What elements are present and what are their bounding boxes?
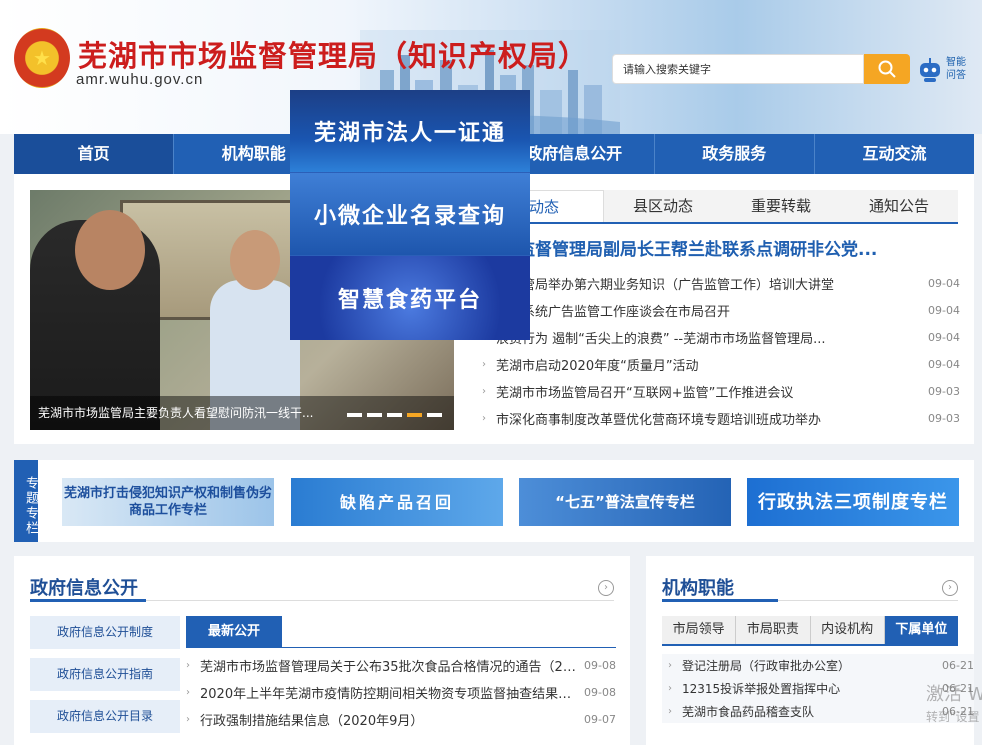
list-item-date: 09-04 — [928, 358, 960, 371]
tab-subordinate-units[interactable]: 下属单位 — [884, 616, 958, 644]
tab-county-news[interactable]: 县区动态 — [604, 190, 722, 222]
list-item-date: 09-03 — [928, 412, 960, 425]
bullet-icon: › — [186, 660, 190, 671]
bullet-icon: › — [668, 683, 672, 694]
list-item-title[interactable]: 12315投诉举报处置指挥中心 — [682, 680, 938, 697]
list-item-title[interactable]: 市深化商事制度改革暨优化营商环境专题培训班成功举办 — [496, 409, 920, 428]
slider-dot-active[interactable] — [407, 413, 422, 417]
list-item-date: 09-07 — [584, 713, 616, 726]
news-list: › 场监管局举办第六期业务知识（广告监管工作）培训大讲堂 09-04 › 监管系统广告… — [482, 270, 960, 432]
gov-info-section: 政府信息公开 › 政府信息公开制度 政府信息公开指南 政府信息公开目录 最新公开… — [14, 556, 630, 745]
gov-info-guide-button[interactable]: 政府信息公开指南 — [30, 658, 180, 691]
smart-food-drug-banner[interactable]: 智慧食药平台 — [290, 256, 530, 340]
list-item[interactable]: › 芜湖市启动2020年度“质量月”活动 09-04 — [482, 351, 960, 378]
gov-info-list: › 芜湖市市场监督管理局关于公布35批次食品合格情况的通告（20... 09-08 … — [186, 652, 616, 733]
bullet-icon: › — [482, 359, 486, 370]
topic-banner-law-enforcement[interactable]: 行政执法三项制度专栏 — [747, 478, 959, 526]
org-tabs: 市局领导 市局职责 内设机构 下属单位 — [662, 616, 958, 646]
list-item-date: 09-04 — [928, 277, 960, 290]
list-item-date: 09-08 — [584, 659, 616, 672]
list-item-date: 09-03 — [928, 385, 960, 398]
tab-notices[interactable]: 通知公告 — [840, 190, 958, 222]
bullet-icon: › — [668, 660, 672, 671]
list-item-date: 09-08 — [584, 686, 616, 699]
windows-activation-watermark: 激活 W 转到"设置 — [926, 684, 982, 728]
legal-person-cert-banner[interactable]: 芜湖市法人一证通 — [290, 90, 530, 173]
floating-service-panel: 芜湖市法人一证通 小微企业名录查询 智慧食药平台 — [290, 90, 530, 340]
search-bar — [612, 54, 912, 84]
slider-dot[interactable] — [347, 413, 362, 417]
topic-banner-ip-protection[interactable]: 芜湖市打击侵犯知识产权和制售伪劣商品工作专栏 — [62, 478, 274, 526]
list-item-title[interactable]: 登记注册局（行政审批办公室） — [682, 657, 938, 674]
section-divider — [30, 599, 614, 602]
slider-dots — [347, 413, 442, 417]
tab-leadership[interactable]: 市局领导 — [662, 616, 737, 644]
search-input[interactable] — [612, 54, 864, 84]
list-item[interactable]: › 芜湖市市场监管局召开“互联网+监管”工作推进会议 09-03 — [482, 378, 960, 405]
slider-dot[interactable] — [367, 413, 382, 417]
bullet-icon: › — [482, 386, 486, 397]
bullet-icon: › — [186, 687, 190, 698]
list-item-title[interactable]: 浪费行为 遏制“舌尖上的浪费” --芜湖市市场监督管理局... — [496, 328, 920, 347]
site-domain: amr.wuhu.gov.cn — [76, 71, 204, 88]
bullet-icon: › — [482, 413, 486, 424]
nav-interaction[interactable]: 互动交流 — [815, 134, 974, 174]
topic-banner-law-education[interactable]: “七五”普法宣传专栏 — [519, 478, 731, 526]
list-item-date: 09-04 — [928, 304, 960, 317]
section-title[interactable]: 机构职能 — [662, 574, 734, 600]
small-business-directory-banner[interactable]: 小微企业名录查询 — [290, 173, 530, 256]
list-item-title[interactable]: 2020年上半年芜湖市疫情防控期间相关物资专项监督抽查结果通报 — [200, 683, 576, 702]
list-item-date: 09-04 — [928, 331, 960, 344]
slider-dot[interactable] — [387, 413, 402, 417]
list-item[interactable]: › 芜湖市市场监督管理局关于公布35批次食品合格情况的通告（20... 09-08 — [186, 652, 616, 679]
tab-reprints[interactable]: 重要转载 — [722, 190, 840, 222]
slider-photo-person-head — [230, 230, 280, 290]
topic-banner-product-recall[interactable]: 缺陷产品召回 — [291, 478, 503, 526]
list-item-title[interactable]: 芜湖市食品药品稽查支队 — [682, 703, 938, 720]
topics-section: 专题专栏 芜湖市打击侵犯知识产权和制售伪劣商品工作专栏 缺陷产品召回 “七五”普… — [14, 460, 974, 542]
more-arrow-icon[interactable]: › — [598, 580, 614, 596]
slider-photo-person-head — [75, 210, 145, 290]
tab-underline — [186, 647, 616, 648]
list-item[interactable]: › 行政强制措施结果信息（2020年9月） 09-07 — [186, 706, 616, 733]
org-functions-section: 机构职能 › 市局领导 市局职责 内设机构 下属单位 › 登记注册局（行政审批办公… — [646, 556, 974, 745]
list-item-title[interactable]: 监管系统广告监管工作座谈会在市局召开 — [496, 301, 920, 320]
list-item[interactable]: ›监管系统广告监管工作座谈会在市局召开09-04 — [482, 297, 960, 324]
list-item-title[interactable]: 芜湖市市场监督管理局关于公布35批次食品合格情况的通告（20... — [200, 656, 576, 675]
gov-info-catalog-button[interactable]: 政府信息公开目录 — [30, 700, 180, 733]
list-item-title[interactable]: 场监管局举办第六期业务知识（广告监管工作）培训大讲堂 — [496, 274, 920, 293]
watermark-line: 激活 W — [926, 684, 982, 705]
search-icon — [878, 60, 896, 78]
topics-label: 专题专栏 — [14, 460, 38, 542]
national-emblem-icon: ★ — [14, 28, 70, 88]
tab-duties[interactable]: 市局职责 — [736, 616, 811, 644]
nav-home[interactable]: 首页 — [14, 134, 175, 174]
list-item[interactable]: › 登记注册局（行政审批办公室） 06-21 — [662, 654, 974, 677]
list-item-title[interactable]: 芜湖市市场监管局召开“互联网+监管”工作推进会议 — [496, 382, 920, 401]
news-tabs: 动态 县区动态 重要转载 通知公告 — [484, 190, 958, 224]
list-item[interactable]: ›浪费行为 遏制“舌尖上的浪费” --芜湖市市场监督管理局...09-04 — [482, 324, 960, 351]
gov-info-system-button[interactable]: 政府信息公开制度 — [30, 616, 180, 649]
search-button[interactable] — [864, 54, 910, 84]
tab-internal-units[interactable]: 内设机构 — [811, 616, 885, 644]
site-title: 芜湖市市场监督管理局（知识产权局） — [78, 39, 589, 73]
list-item[interactable]: › 市深化商事制度改革暨优化营商环境专题培训班成功举办 09-03 — [482, 405, 960, 432]
list-item-title[interactable]: 行政强制措施结果信息（2020年9月） — [200, 710, 576, 729]
list-item-date: 06-21 — [942, 659, 974, 672]
section-title[interactable]: 政府信息公开 — [30, 574, 138, 600]
slider-dot[interactable] — [427, 413, 442, 417]
bullet-icon: › — [668, 706, 672, 717]
list-item[interactable]: ›场监管局举办第六期业务知识（广告监管工作）培训大讲堂09-04 — [482, 270, 960, 297]
section-divider — [662, 599, 958, 602]
bullet-icon: › — [186, 714, 190, 725]
assistant-label[interactable]: 智能问答 — [946, 56, 974, 82]
nav-gov-services[interactable]: 政务服务 — [655, 134, 815, 174]
watermark-line: 转到"设置 — [926, 710, 980, 724]
tab-latest-disclosure[interactable]: 最新公开 — [186, 616, 282, 648]
list-item[interactable]: › 2020年上半年芜湖市疫情防控期间相关物资专项监督抽查结果通报 09-08 — [186, 679, 616, 706]
robot-icon[interactable] — [918, 57, 942, 83]
news-headline[interactable]: 市场监督管理局副局长王帮兰赴联系点调研非公党... — [484, 235, 958, 260]
list-item-title[interactable]: 芜湖市启动2020年度“质量月”活动 — [496, 355, 920, 374]
more-arrow-icon[interactable]: › — [942, 580, 958, 596]
